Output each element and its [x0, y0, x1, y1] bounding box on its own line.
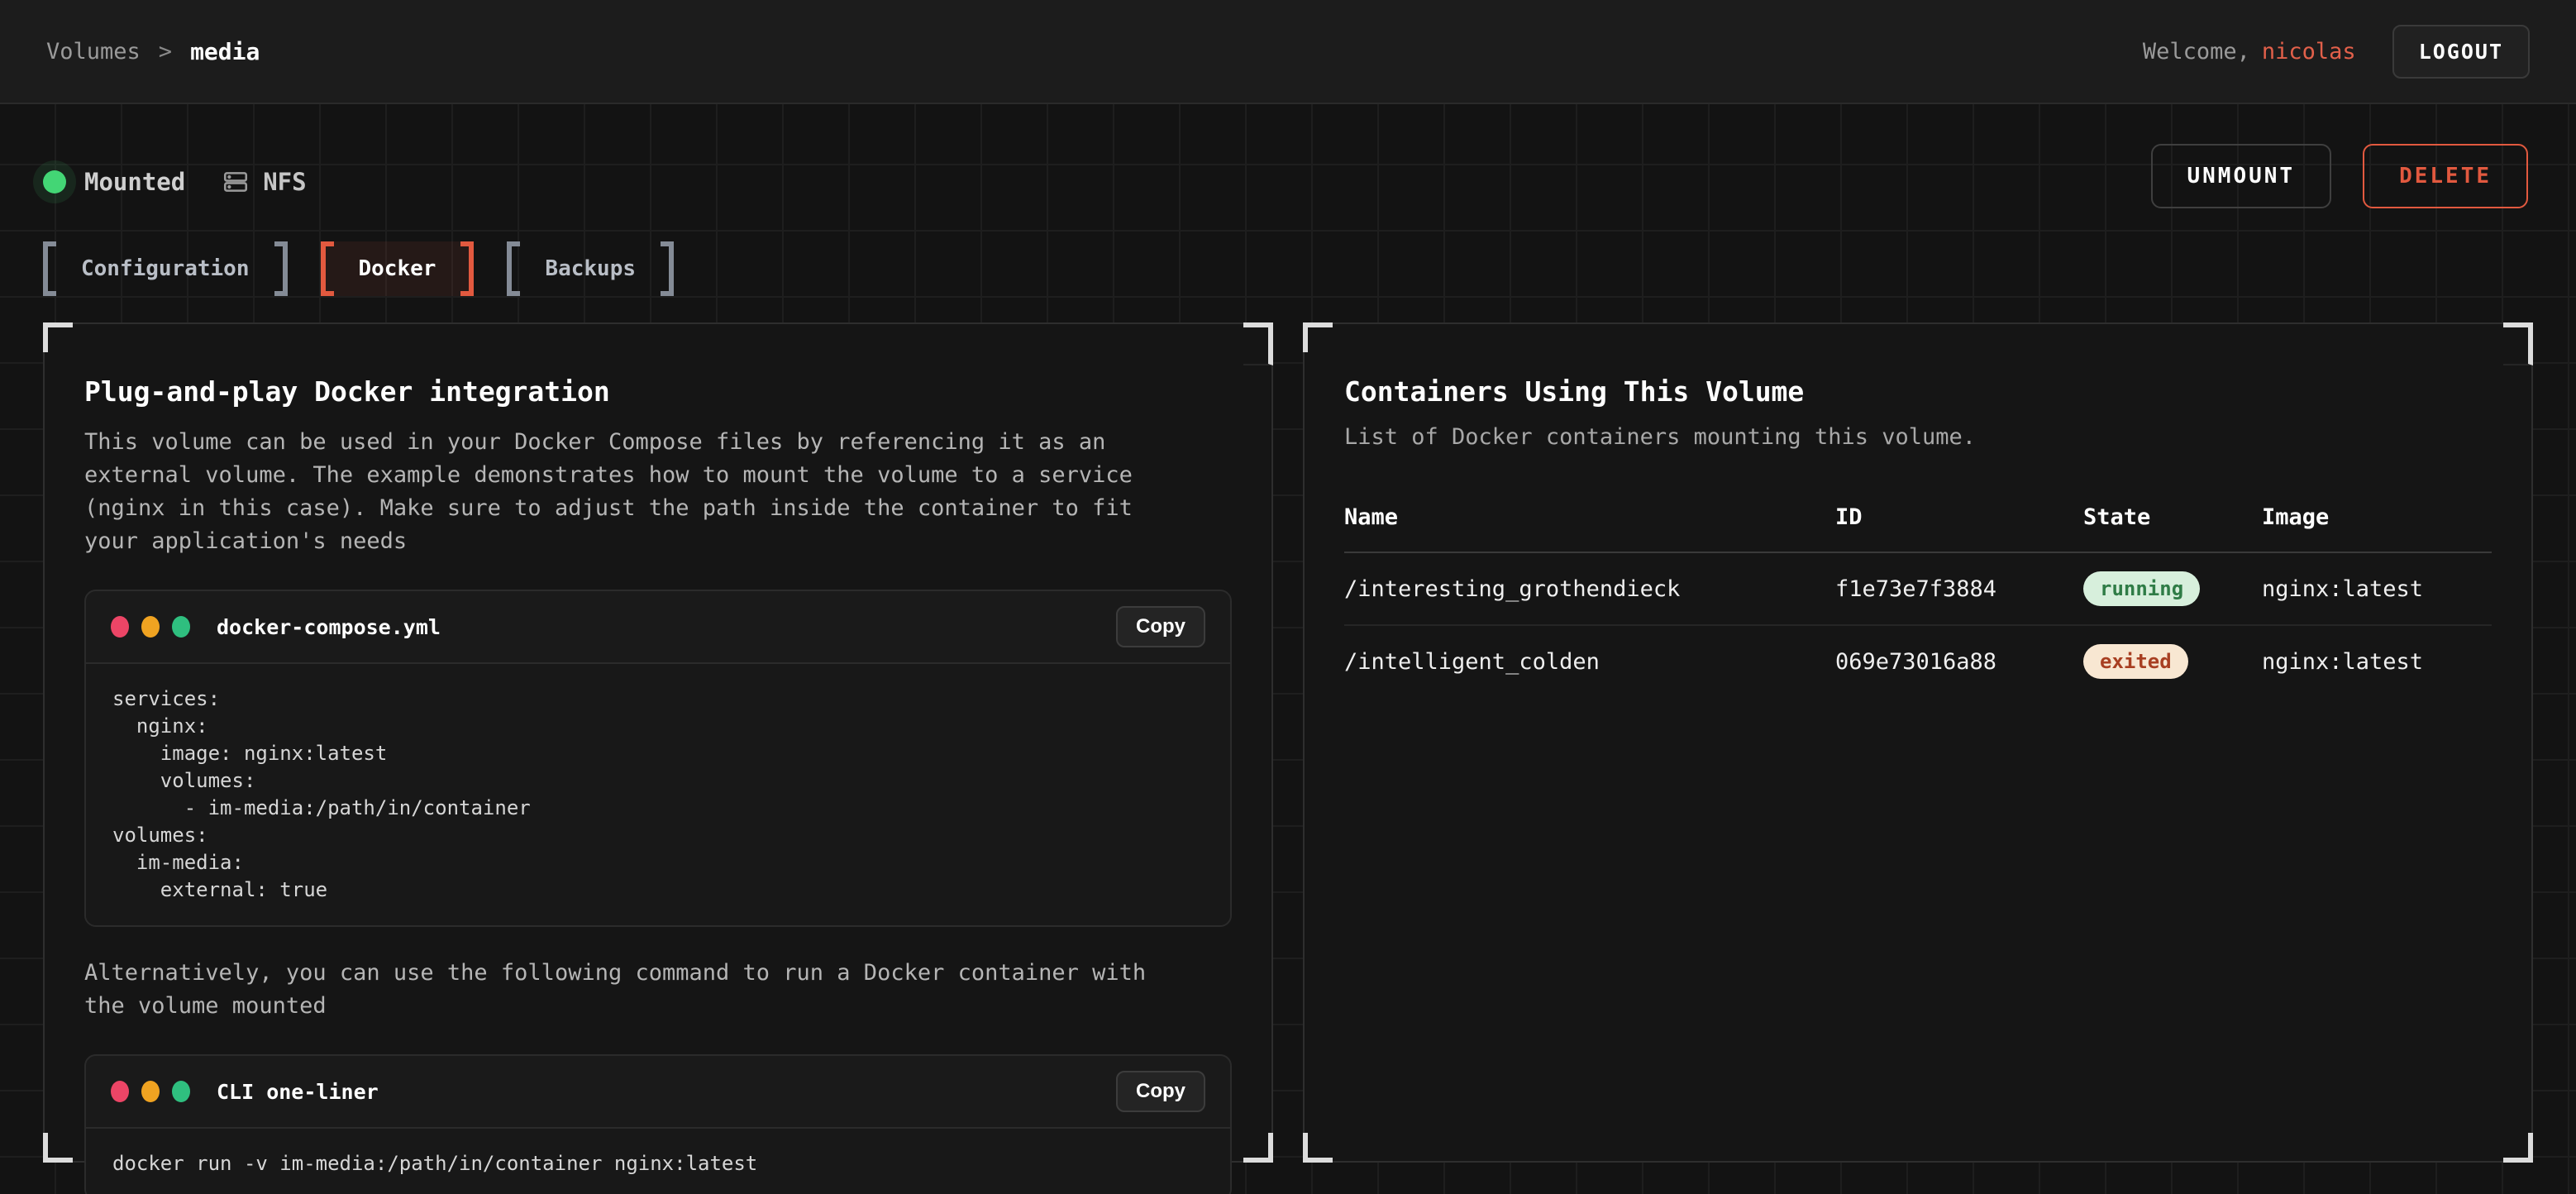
- chevron-right-icon: >: [159, 39, 172, 64]
- window-dots-icon: [111, 1081, 190, 1102]
- container-id: 069e73016a88: [1835, 649, 2083, 675]
- main-content: Mounted NFS UNMOUNT DELETE Configuration…: [0, 104, 2576, 1194]
- corner-bracket-icon: [1303, 1133, 1333, 1163]
- table-row: /intelligent_colden 069e73016a88 exited …: [1344, 626, 2492, 697]
- bracket-right-icon: [274, 241, 288, 296]
- compose-filename: docker-compose.yml: [217, 615, 441, 639]
- cli-code-body: docker run -v im-media:/path/in/containe…: [86, 1129, 1230, 1194]
- status-badge: exited: [2083, 644, 2188, 679]
- container-name: /intelligent_colden: [1344, 649, 1835, 675]
- panels-row: Plug-and-play Docker integration This vo…: [43, 322, 2533, 1163]
- container-state-cell: exited: [2083, 644, 2262, 679]
- container-name: /interesting_grothendieck: [1344, 576, 1835, 602]
- code-line: image: nginx:latest: [112, 740, 1204, 767]
- cli-intro-text: Alternatively, you can use the following…: [84, 957, 1184, 1023]
- copy-compose-button[interactable]: Copy: [1116, 606, 1205, 647]
- code-line: docker run -v im-media:/path/in/containe…: [112, 1150, 1204, 1177]
- tab-configuration-label: Configuration: [56, 241, 274, 296]
- driver-label: NFS: [263, 168, 306, 196]
- cli-code-header: CLI one-liner Copy: [86, 1056, 1230, 1129]
- column-header-id: ID: [1835, 504, 2083, 530]
- compose-code-header: docker-compose.yml Copy: [86, 591, 1230, 664]
- corner-bracket-icon: [2503, 1133, 2533, 1163]
- docker-panel-title: Plug-and-play Docker integration: [84, 375, 1232, 408]
- tab-bar: Configuration Docker Backups: [43, 241, 2533, 296]
- table-row: /interesting_grothendieck f1e73e7f3884 r…: [1344, 553, 2492, 626]
- column-header-state: State: [2083, 504, 2262, 530]
- amber-dot-icon: [141, 1081, 160, 1102]
- corner-bracket-icon: [43, 1133, 73, 1163]
- code-line: volumes:: [112, 767, 1204, 795]
- containers-panel: Containers Using This Volume List of Doc…: [1303, 322, 2533, 1163]
- bracket-right-icon: [661, 241, 674, 296]
- breadcrumb-current-volume: media: [190, 38, 260, 65]
- container-id: f1e73e7f3884: [1835, 576, 2083, 602]
- mounted-status-dot-icon: [43, 170, 66, 193]
- tab-docker[interactable]: Docker: [321, 241, 475, 296]
- copy-cli-button[interactable]: Copy: [1116, 1071, 1205, 1112]
- corner-bracket-icon: [1303, 322, 1333, 352]
- unmount-button[interactable]: UNMOUNT: [2151, 144, 2332, 208]
- corner-bracket-icon: [2503, 322, 2533, 365]
- topbar-right: Welcome, nicolas LOGOUT: [2143, 25, 2530, 79]
- top-bar: Volumes > media Welcome, nicolas LOGOUT: [0, 0, 2576, 104]
- container-image: nginx:latest: [2262, 649, 2492, 675]
- code-line: external: true: [112, 876, 1204, 904]
- cli-code-card: CLI one-liner Copy docker run -v im-medi…: [84, 1054, 1232, 1194]
- mounted-status-label: Mounted: [84, 168, 185, 196]
- containers-panel-title: Containers Using This Volume: [1344, 375, 2492, 408]
- bracket-left-icon: [321, 241, 334, 296]
- username-text: nicolas: [2262, 39, 2356, 64]
- docker-panel-description: This volume can be used in your Docker C…: [84, 426, 1184, 558]
- status-badge: running: [2083, 571, 2200, 606]
- red-dot-icon: [111, 1081, 129, 1102]
- tab-configuration[interactable]: Configuration: [43, 241, 288, 296]
- code-line: volumes:: [112, 822, 1204, 849]
- code-line: im-media:: [112, 849, 1204, 876]
- container-image: nginx:latest: [2262, 576, 2492, 602]
- delete-button[interactable]: DELETE: [2363, 144, 2528, 208]
- tab-backups[interactable]: Backups: [507, 241, 674, 296]
- corner-bracket-icon: [43, 322, 73, 352]
- container-state-cell: running: [2083, 571, 2262, 606]
- cli-title: CLI one-liner: [217, 1080, 379, 1104]
- bracket-left-icon: [507, 241, 520, 296]
- green-dot-icon: [172, 616, 190, 638]
- containers-table: Name ID State Image /interesting_grothen…: [1344, 504, 2492, 697]
- server-stack-icon: [222, 168, 250, 196]
- red-dot-icon: [111, 616, 129, 638]
- breadcrumb: Volumes > media: [46, 38, 260, 65]
- welcome-text: Welcome,: [2143, 39, 2250, 64]
- bracket-right-icon: [460, 241, 474, 296]
- volume-actions: UNMOUNT DELETE: [2151, 144, 2529, 208]
- corner-bracket-icon: [1243, 1133, 1273, 1163]
- containers-panel-subtitle: List of Docker containers mounting this …: [1344, 424, 2492, 450]
- window-dots-icon: [111, 616, 190, 638]
- code-line: services:: [112, 685, 1204, 713]
- compose-code-body: services: nginx: image: nginx:latest vol…: [86, 664, 1230, 925]
- amber-dot-icon: [141, 616, 160, 638]
- bracket-left-icon: [43, 241, 56, 296]
- logout-button[interactable]: LOGOUT: [2392, 25, 2530, 79]
- compose-code-card: docker-compose.yml Copy services: nginx:…: [84, 590, 1232, 927]
- docker-integration-panel: Plug-and-play Docker integration This vo…: [43, 322, 1273, 1163]
- code-line: - im-media:/path/in/container: [112, 795, 1204, 822]
- column-header-image: Image: [2262, 504, 2492, 530]
- tab-docker-label: Docker: [334, 241, 461, 296]
- code-line: nginx:: [112, 713, 1204, 740]
- green-dot-icon: [172, 1081, 190, 1102]
- breadcrumb-volumes-link[interactable]: Volumes: [46, 39, 141, 64]
- column-header-name: Name: [1344, 504, 1835, 530]
- table-header-row: Name ID State Image: [1344, 504, 2492, 553]
- corner-bracket-icon: [1243, 322, 1273, 365]
- tab-backups-label: Backups: [520, 241, 661, 296]
